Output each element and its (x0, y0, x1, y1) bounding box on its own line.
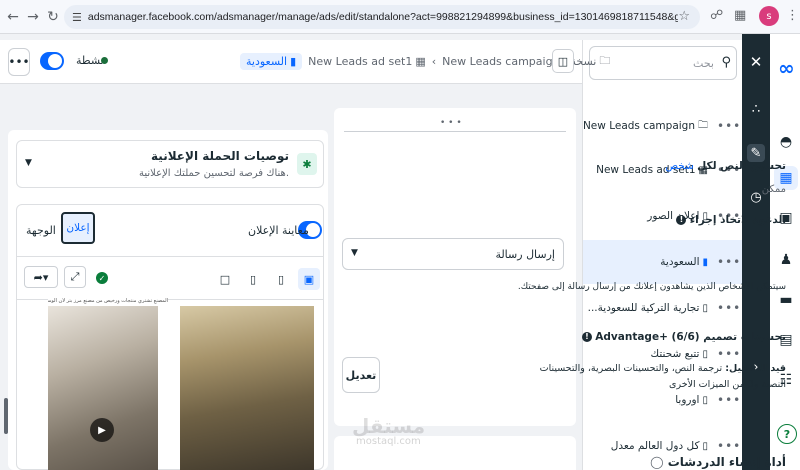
ad-icon: ▯ (702, 394, 708, 406)
caret-down-icon: ▼ (351, 248, 358, 258)
cta-value: إرسال رسالة (495, 248, 555, 261)
status-active-dot (101, 57, 108, 64)
advantage-line-2: النصية و3 من الميزات الأخرى (669, 379, 786, 390)
chart-icon[interactable]: ∴ (747, 100, 765, 118)
extensions-puzzle-icon[interactable]: ▦ (734, 8, 746, 23)
share-icon[interactable]: ➦▾ (24, 266, 58, 288)
more-options-icon[interactable]: ••• (717, 255, 741, 269)
mobile-story-icon[interactable]: ▯ (242, 268, 264, 290)
ad-icon: ▯ (702, 302, 708, 314)
tree-item-label: تجارية التركية للسعودية... (587, 302, 700, 314)
watermark-url: mostaql.com (356, 436, 421, 447)
tab-ad[interactable]: إعلان (61, 212, 95, 244)
ad-icon: ▯ (702, 440, 708, 452)
forward-icon[interactable]: → (22, 6, 44, 28)
info-icon[interactable]: ! (676, 215, 687, 225)
recommendation-icon: ✱ (297, 153, 317, 175)
watermark-logo: مستقل (352, 414, 426, 438)
recommendations-card[interactable]: توصيات الحملة الإعلانية هناك فرصة لتحسين… (16, 140, 324, 188)
tree-item-label: كل دول العالم معدل (610, 440, 700, 452)
tree-item-label: تتبع شحنتك (650, 348, 700, 360)
tree-item-label: اوروبا (675, 394, 700, 406)
meta-logo-icon[interactable]: ∞ (778, 56, 795, 80)
status-label: نشطة (76, 54, 104, 67)
tree-item-label: السعودية (660, 256, 700, 268)
scrollbar[interactable] (4, 398, 8, 434)
preview-toggle-label: معاينة الإعلان (248, 224, 309, 237)
folder-icon: 🗀 (599, 53, 611, 67)
ads-manager-icon[interactable]: ◓ (774, 130, 798, 154)
ad-icon: ▮ (702, 256, 708, 268)
play-icon[interactable]: ▶ (90, 418, 114, 442)
chevron-left-icon: ‹ (431, 54, 437, 68)
ad-caption: المصنع تشتري منتجات ورخيص من مصنع مرز بت… (48, 298, 168, 306)
close-icon[interactable]: ✕ (746, 52, 766, 72)
advantage-line-1: قيد التشغيل: ترجمة النص، والتحسينات البص… (539, 363, 786, 374)
more-options-icon[interactable]: ••• (717, 119, 741, 133)
tree-item-ad-selected[interactable]: ••• ▮ السعودية (583, 240, 742, 284)
caret-down-icon[interactable]: ▼ (25, 158, 32, 168)
extension-icon[interactable]: ☍ (710, 8, 723, 23)
recommendations-desc: هناك فرصة لتحسين حملتك الإعلانية. (139, 168, 289, 179)
search-placeholder: بحث (693, 57, 714, 70)
chat-tool-title: أداة إنشاء الدردشات ◯ (650, 455, 786, 469)
expand-icon[interactable]: ⤢ (64, 266, 86, 288)
more-options-icon[interactable]: ••• (717, 393, 741, 407)
bookmark-star-icon[interactable]: ☆ (678, 9, 690, 24)
cta-title: الدعوة لاتخاذ إجراء ! (676, 214, 786, 226)
all-placements-icon[interactable]: ▣ (298, 268, 320, 290)
tree-search-input[interactable]: بحث ⚲ (589, 46, 737, 80)
url-text: adsmanager.facebook.com/adsmanager/manag… (87, 11, 678, 23)
tree-item-campaign[interactable]: ••• 🗀New Leads campaign - نسخة (548, 104, 742, 148)
ad-image-photo[interactable] (180, 306, 314, 470)
breadcrumb-ad[interactable]: السعودية ▮ (240, 52, 303, 70)
profile-avatar[interactable]: s (759, 6, 779, 26)
ad-status-toggle[interactable] (40, 52, 64, 70)
search-icon: ⚲ (721, 55, 731, 70)
folder-icon: 🗀 (698, 119, 708, 131)
address-bar[interactable]: ☰ adsmanager.facebook.com/adsmanager/man… (64, 5, 700, 29)
site-info-icon[interactable]: ☰ (72, 11, 82, 24)
recommendations-title: توصيات الحملة الإعلانية (151, 149, 289, 163)
grid-icon: ▦ (415, 54, 426, 68)
desktop-feed-icon[interactable]: □ (214, 268, 236, 290)
advantage-title: تحسينات تصميم Advantage+ (6/6) ! (581, 331, 786, 343)
ad-icon: ▮ (290, 54, 297, 68)
tree-item-ad[interactable]: ••• ▯ تجارية التركية للسعودية... (583, 286, 742, 330)
ad-icon: ▯ (702, 348, 708, 360)
text-optimize-title: تحسين النص لكل شخص (665, 160, 786, 172)
text-optimize-status: ممكن (761, 184, 786, 195)
tab-destination[interactable]: الوجهة (26, 224, 56, 237)
browser-menu-icon[interactable]: ⋮ (786, 8, 799, 23)
more-options-icon[interactable]: ••• (717, 301, 741, 315)
check-circle-icon: ◯ (650, 455, 664, 469)
reload-icon[interactable]: ↻ (42, 6, 64, 28)
cta-select[interactable]: إرسال رسالة ▼ (342, 238, 564, 270)
audience-icon[interactable]: ♟ (774, 248, 798, 272)
more-options-icon[interactable]: ••• (717, 347, 741, 361)
cta-help-text: سيتمكن الأشخاص الذين يشاهدون إعلانك من إ… (517, 282, 786, 292)
more-options-icon[interactable]: ••• (717, 439, 741, 453)
breadcrumb-campaign[interactable]: New Leads campaign - نسخة 🗀 (442, 52, 610, 71)
more-actions-button[interactable]: ••• (8, 48, 30, 76)
check-icon: ✓ (96, 272, 108, 284)
toggle-panel-icon[interactable]: ◫ (552, 49, 574, 73)
browser-toolbar: ← → ↻ ☰ adsmanager.facebook.com/adsmanag… (0, 0, 800, 34)
text-optimize-link[interactable]: شخص (665, 160, 693, 172)
edit-button[interactable]: تعديل (342, 357, 380, 393)
help-icon[interactable]: ? (777, 424, 797, 444)
info-icon[interactable]: ! (581, 332, 592, 342)
text-field[interactable]: • • • (344, 114, 566, 132)
more-options-icon[interactable]: • • • (440, 118, 462, 128)
mobile-feed-icon[interactable]: ▯ (270, 268, 292, 290)
ad-image-video[interactable] (48, 306, 158, 470)
breadcrumb-adset[interactable]: New Leads ad set1 ▦ (308, 55, 426, 68)
back-icon[interactable]: ← (2, 6, 24, 28)
